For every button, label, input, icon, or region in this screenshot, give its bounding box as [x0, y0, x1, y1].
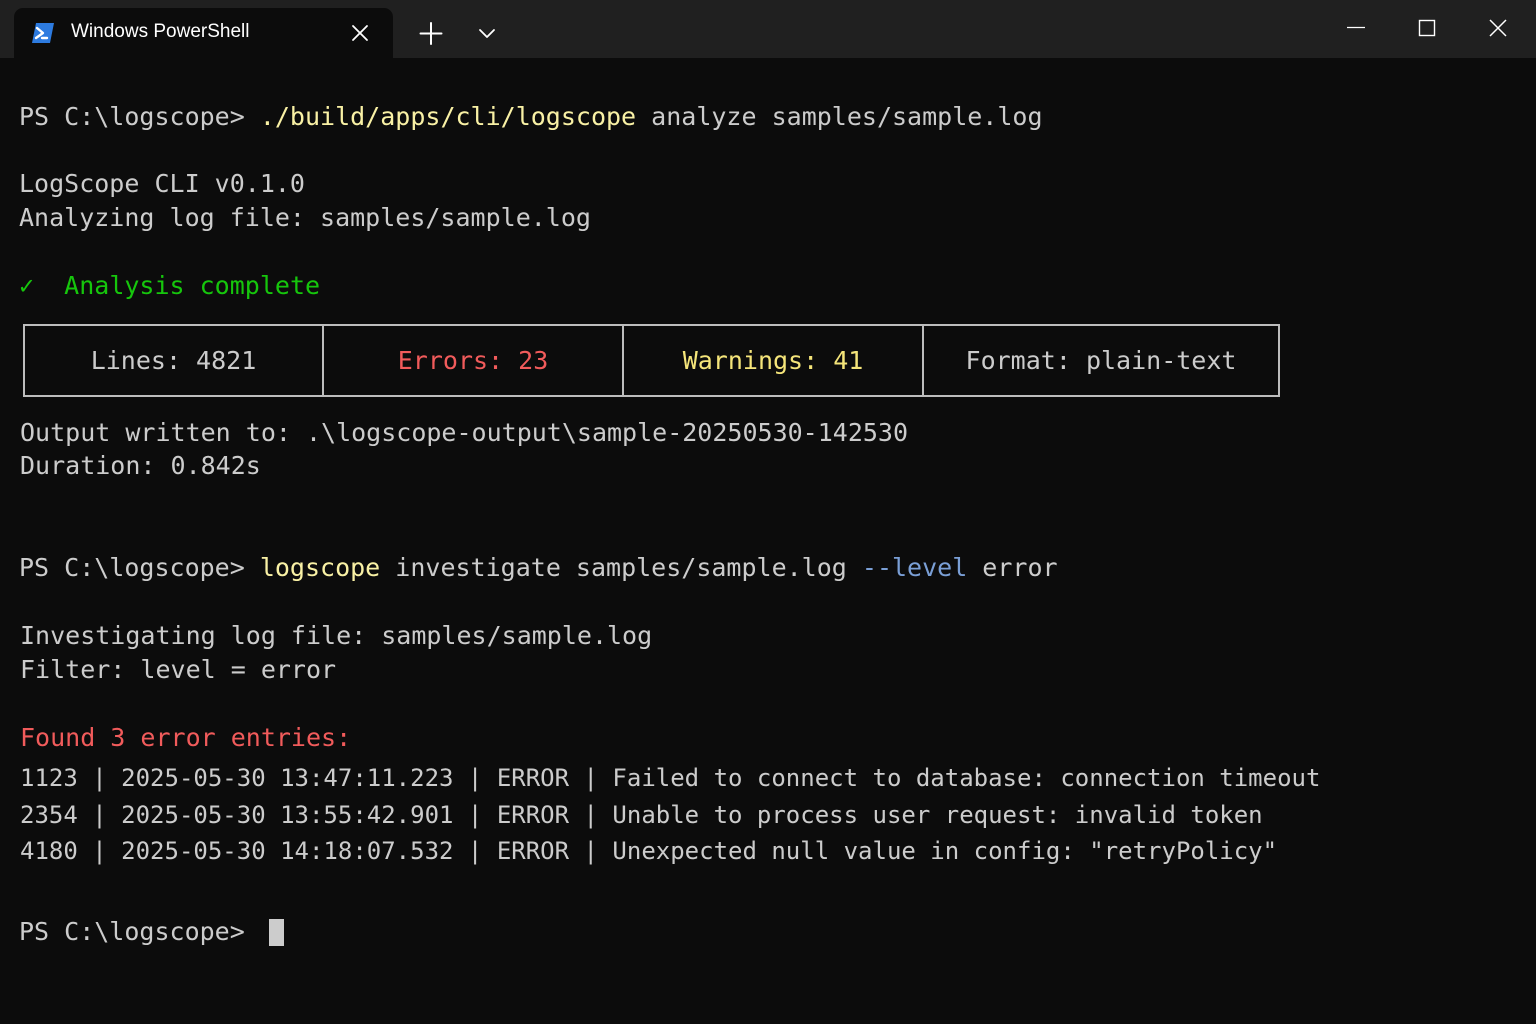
command-arguments: investigate samples/sample.log — [380, 553, 862, 582]
command-line-analyze: PS C:\logscope> ./build/apps/cli/logscop… — [19, 102, 1043, 132]
final-prompt: PS C:\logscope> — [19, 917, 260, 946]
analysis-complete-text: Analysis complete — [64, 271, 321, 300]
summary-errors: Errors: 23 — [324, 326, 624, 395]
minimize-button[interactable] — [1320, 0, 1390, 56]
summary-warnings: Warnings: 41 — [624, 326, 924, 395]
found-entries-line: Found 3 error entries: — [20, 723, 352, 752]
maximize-button[interactable] — [1391, 0, 1461, 56]
version-line: LogScope CLI v0.1.0 — [19, 169, 305, 198]
checkmark-icon: ✓ — [19, 271, 35, 300]
command-flag-value: error — [967, 553, 1058, 582]
command-flag: --level — [861, 553, 968, 582]
analyzing-line: Analyzing log file: samples/sample.log — [19, 203, 591, 232]
close-icon — [1489, 19, 1507, 37]
summary-format: Format: plain-text — [965, 346, 1237, 375]
error-entry: 1123 | 2025-05-30 13:47:11.223 | ERROR |… — [20, 764, 1321, 792]
minimize-icon — [1347, 26, 1365, 29]
error-entry: 4180 | 2025-05-30 14:18:07.532 | ERROR |… — [20, 837, 1278, 865]
filter-line: Filter: level = error — [20, 655, 337, 684]
title-bar: Windows PowerShell — [0, 0, 1536, 58]
prompt: PS C:\logscope> — [19, 553, 260, 582]
chevron-down-icon[interactable] — [468, 14, 506, 54]
output-path-line: Output written to: .\logscope-output\sam… — [20, 418, 909, 447]
summary-lines: Lines: 4821 — [25, 326, 324, 395]
summary-table: Lines: 4821 Errors: 23 Warnings: 41 Form… — [23, 324, 1280, 397]
close-window-button[interactable] — [1462, 0, 1532, 56]
terminal-output[interactable]: PS C:\logscope> ./build/apps/cli/logscop… — [0, 58, 1536, 1024]
new-tab-button[interactable] — [410, 14, 452, 54]
error-entry: 2354 | 2025-05-30 13:55:42.901 | ERROR |… — [20, 801, 1263, 829]
close-tab-icon[interactable] — [348, 21, 372, 45]
maximize-icon — [1418, 19, 1436, 37]
command-executable: ./build/apps/cli/logscope — [259, 102, 637, 131]
terminal-window: Windows PowerShell PS C:\logscope> ./bui… — [0, 0, 1536, 1024]
command-executable: logscope — [259, 553, 381, 582]
duration-line: Duration: 0.842s — [20, 451, 261, 480]
powershell-icon — [31, 22, 55, 44]
tab-title: Windows PowerShell — [71, 21, 250, 42]
analysis-complete-line: ✓ Analysis complete — [19, 271, 320, 301]
text-cursor — [269, 919, 284, 946]
command-arguments: analyze samples/sample.log — [636, 102, 1043, 131]
investigating-line: Investigating log file: samples/sample.l… — [20, 621, 653, 650]
prompt: PS C:\logscope> — [19, 102, 260, 131]
command-line-investigate: PS C:\logscope> logscope investigate sam… — [19, 553, 1058, 583]
tab-powershell[interactable]: Windows PowerShell — [14, 8, 393, 58]
